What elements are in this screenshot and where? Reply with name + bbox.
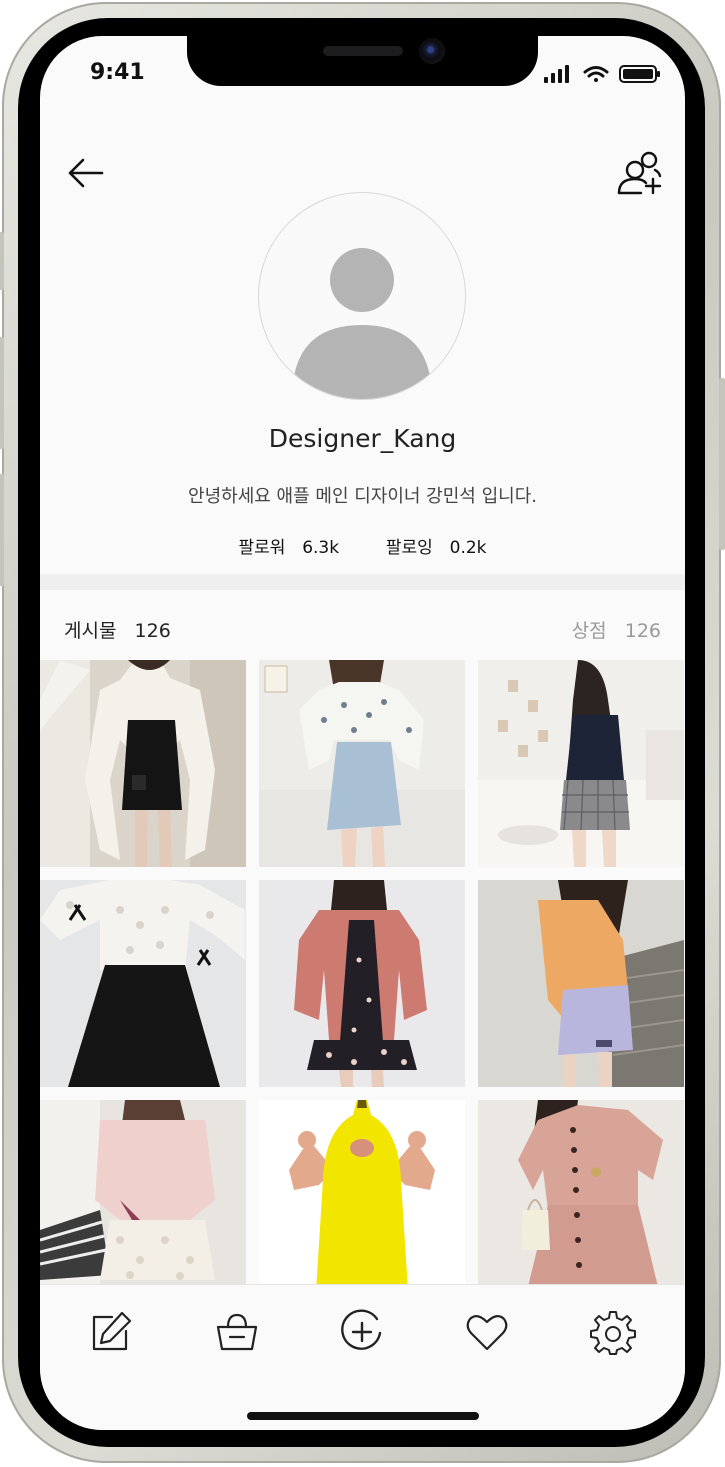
home-indicator[interactable] [247, 1412, 479, 1420]
post-image [259, 660, 465, 867]
tab-posts[interactable]: 게시물 126 [64, 616, 171, 643]
tab-shop[interactable]: 상점 126 [572, 616, 661, 643]
followers-count: 6.3k [302, 538, 340, 558]
signal-icon [544, 65, 569, 83]
post-image [259, 880, 465, 1087]
post-thumbnail[interactable] [478, 880, 684, 1087]
avatar[interactable] [258, 192, 466, 400]
wifi-icon [583, 66, 609, 82]
section-divider [40, 574, 685, 590]
tab-posts-label: 게시물 [64, 620, 117, 642]
basket-icon[interactable] [214, 1309, 260, 1355]
followers-stat[interactable]: 팔로워 6.3k [238, 533, 339, 558]
post-thumbnail[interactable] [259, 1100, 465, 1292]
followers-label: 팔로워 [238, 538, 286, 558]
gear-icon[interactable] [590, 1309, 636, 1355]
post-image [478, 660, 684, 867]
post-grid [40, 660, 685, 1292]
post-thumbnail[interactable] [259, 660, 465, 867]
notch [187, 36, 538, 86]
camera-icon [419, 38, 445, 64]
power-button [719, 378, 725, 550]
following-label: 팔로잉 [385, 538, 433, 558]
username: Designer_Kang [268, 424, 457, 453]
content-tabs: 게시물 126 상점 126 [40, 590, 685, 660]
bio: 안녕하세요 애플 메인 디자이너 강민석 입니다. [188, 486, 537, 507]
post-image [478, 1100, 684, 1292]
post-thumbnail[interactable] [40, 880, 246, 1087]
volume-down-button [0, 474, 4, 586]
silent-switch [0, 232, 4, 290]
arrow-left-icon[interactable] [66, 156, 106, 190]
volume-up-button [0, 337, 4, 449]
battery-icon [619, 65, 660, 83]
screen: 9:41 Designer_Kang 안녕하세요 애플 메인 디자이너 강민석 … [40, 36, 685, 1430]
following-count: 0.2k [449, 538, 487, 558]
speaker [323, 46, 403, 56]
post-thumbnail[interactable] [478, 1100, 684, 1292]
tab-shop-count: 126 [624, 620, 661, 642]
tab-posts-count: 126 [134, 620, 171, 642]
plus-circle-icon[interactable] [339, 1309, 385, 1355]
status-time: 9:41 [90, 60, 145, 85]
heart-icon[interactable] [464, 1309, 510, 1355]
edit-icon[interactable] [88, 1309, 134, 1355]
stats: 팔로워 6.3k 팔로잉 0.2k [40, 533, 685, 558]
tab-shop-label: 상점 [571, 620, 607, 642]
status-icons [544, 65, 660, 83]
user-add-icon[interactable] [613, 148, 663, 198]
post-image [478, 880, 684, 1087]
post-thumbnail[interactable] [259, 880, 465, 1087]
post-thumbnail[interactable] [40, 1100, 246, 1292]
post-thumbnail[interactable] [478, 660, 684, 867]
post-image [40, 660, 246, 867]
post-thumbnail[interactable] [40, 660, 246, 867]
post-image [259, 1100, 465, 1292]
post-image [40, 880, 246, 1087]
bottom-tab-bar [40, 1284, 685, 1430]
avatar-placeholder-icon [292, 248, 432, 399]
post-image [40, 1100, 246, 1292]
following-stat[interactable]: 팔로잉 0.2k [386, 533, 487, 558]
